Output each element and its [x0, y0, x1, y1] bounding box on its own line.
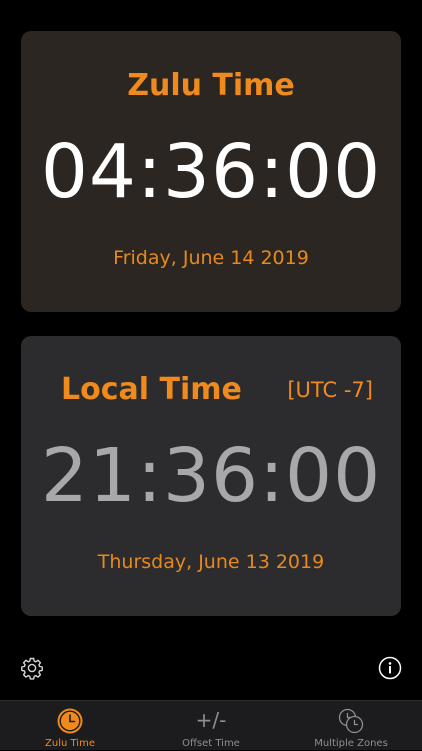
utc-offset-label: [UTC -7]: [287, 378, 373, 402]
multiple-clocks-icon: [338, 708, 364, 734]
tab-offset-time-label: Offset Time: [182, 738, 240, 749]
zulu-time-title: Zulu Time: [127, 68, 295, 103]
zulu-date-display: Friday, June 14 2019: [113, 247, 309, 269]
plus-minus-icon: +/-: [195, 708, 227, 732]
tab-bar: Zulu Time +/- Offset Time Multiple Zones: [0, 700, 422, 750]
tab-multiple-zones[interactable]: Multiple Zones: [281, 701, 421, 751]
clock-icon: [57, 708, 83, 734]
local-date-display: Thursday, June 13 2019: [97, 551, 325, 573]
zulu-time-display: 04:36:00: [40, 129, 382, 215]
gear-icon: [21, 657, 43, 680]
local-time-title: Local Time: [61, 372, 242, 407]
local-time-card: Local Time [UTC -7] 21:36:00 Thursday, J…: [21, 336, 401, 616]
local-time-display: 21:36:00: [40, 433, 382, 519]
info-icon: [378, 656, 402, 680]
zulu-time-card: Zulu Time 04:36:00 Friday, June 14 2019: [21, 31, 401, 312]
tab-multiple-zones-label: Multiple Zones: [314, 738, 388, 749]
tab-zulu-time[interactable]: Zulu Time: [0, 701, 140, 751]
settings-button[interactable]: [20, 656, 44, 680]
info-button[interactable]: [378, 656, 402, 680]
tab-offset-time[interactable]: +/- Offset Time: [141, 701, 281, 751]
tab-zulu-time-label: Zulu Time: [45, 738, 95, 749]
